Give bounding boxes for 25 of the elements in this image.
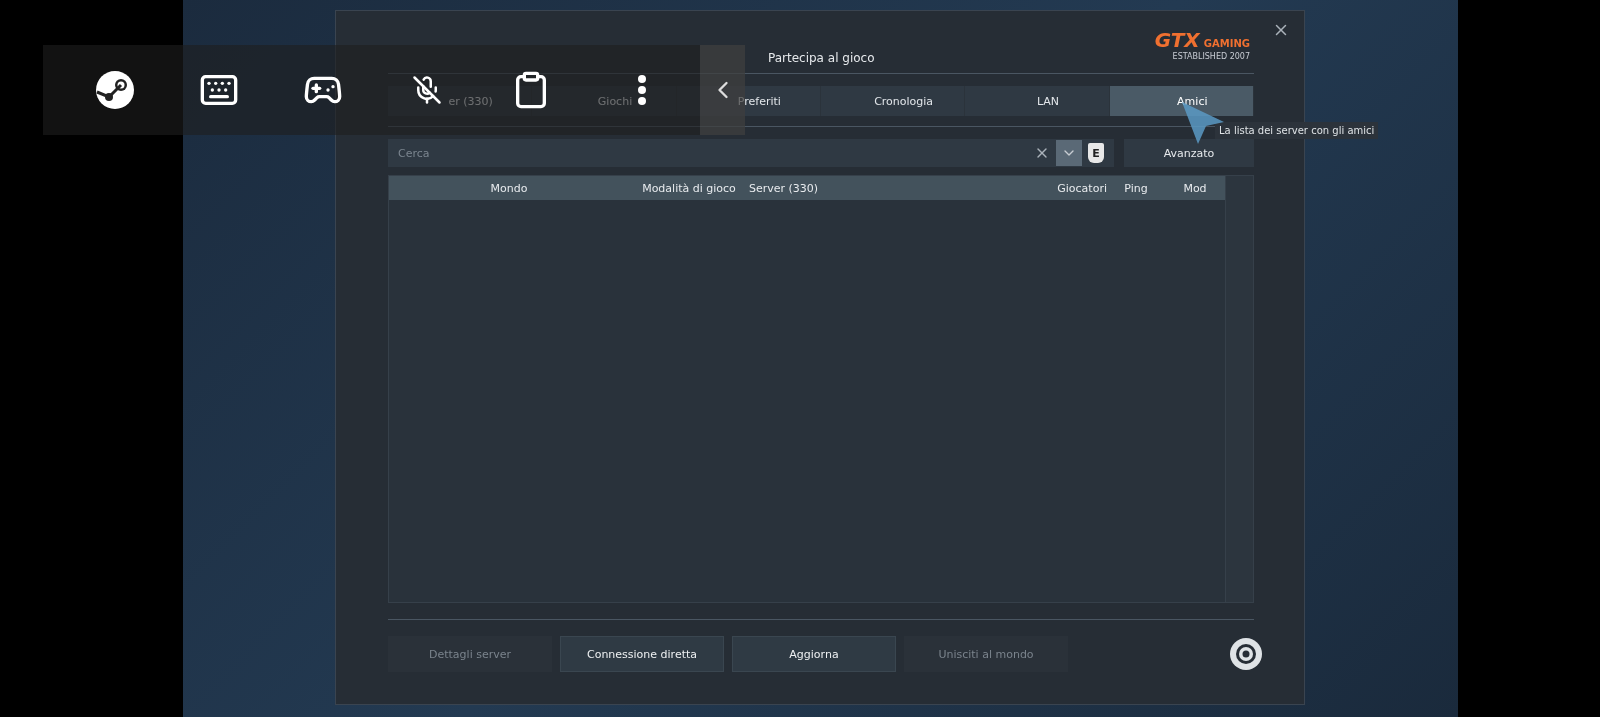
column-header[interactable]: Mod [1165, 181, 1225, 195]
action-button[interactable]: Connessione diretta [560, 636, 724, 672]
column-header[interactable]: Ping [1107, 181, 1165, 195]
filter-toggle-button[interactable] [1056, 140, 1082, 166]
steam-logo-icon[interactable] [95, 70, 135, 110]
search-input[interactable]: Cerca [396, 145, 1028, 161]
tooltip: La lista dei server con gli amici [1215, 122, 1379, 139]
spiral-logo-icon [1228, 636, 1264, 672]
column-header[interactable]: Modalità di gioco [629, 181, 749, 195]
microphone-muted-icon [412, 75, 442, 105]
shield-badge[interactable]: E [1088, 143, 1104, 163]
action-button[interactable]: Aggiorna [732, 636, 896, 672]
tab[interactable]: Cronologia [821, 86, 966, 116]
column-header[interactable]: Giocatori [999, 181, 1107, 195]
tab[interactable]: LAN [965, 86, 1110, 116]
advanced-button[interactable]: Avanzato [1124, 139, 1254, 167]
column-header[interactable]: Mondo [389, 181, 629, 195]
column-header[interactable]: Server (330) [749, 181, 999, 195]
dialog-title: Partecipa al gioco [768, 51, 875, 65]
search-field[interactable]: Cerca E [388, 139, 1114, 167]
tab[interactable]: Preferiti [676, 86, 821, 116]
more-icon [638, 75, 646, 105]
gtx-gaming-logo: GTX GAMING ESTABLISHED 2007 [1154, 28, 1250, 61]
tab[interactable]: Amici [1109, 86, 1254, 116]
scrollbar-track[interactable] [1225, 176, 1253, 602]
